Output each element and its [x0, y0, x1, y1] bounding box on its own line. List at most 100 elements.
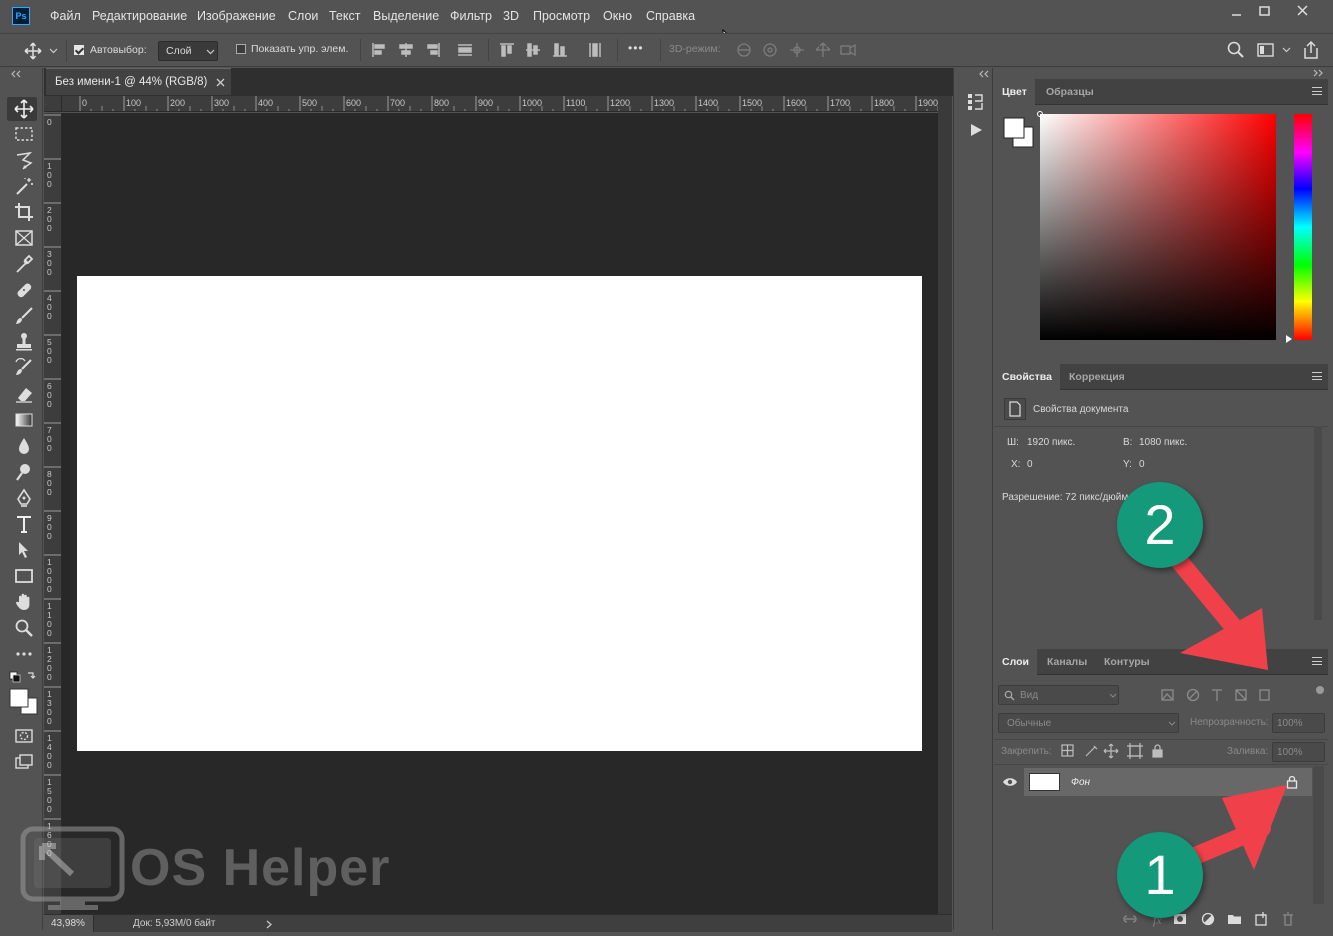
document-tab[interactable]: Без имени-1 @ 44% (RGB/8) [46, 68, 231, 95]
layer-filter-select[interactable]: Вид [998, 685, 1119, 705]
blend-mode-value: Обычные [1007, 718, 1052, 729]
color-field[interactable] [1040, 114, 1276, 340]
x-value[interactable]: 0 [1027, 459, 1033, 470]
frame-icon [15, 230, 33, 246]
quick-mask-icon [15, 729, 33, 743]
maximize-button[interactable] [1254, 4, 1276, 20]
chevron-right-icon[interactable] [266, 920, 272, 929]
properties-title-row: Свойства документа [994, 391, 1328, 427]
menu-window[interactable]: Окно [603, 9, 632, 23]
hue-slider[interactable] [1294, 114, 1312, 340]
menu-file[interactable]: Файл [50, 9, 81, 23]
tab-layers[interactable]: Слои [994, 649, 1037, 675]
panel-menu-icon[interactable] [1312, 87, 1322, 95]
pen-tool-button[interactable] [13, 487, 35, 509]
autoselect-target-select[interactable]: Слой [158, 41, 218, 61]
tab-properties[interactable]: Свойства [994, 364, 1060, 390]
pen-icon [17, 488, 31, 507]
lock-label: Закрепить: [1001, 746, 1052, 757]
zoom-tool-button[interactable] [13, 617, 35, 639]
hue-slider-handle-icon[interactable] [1285, 334, 1293, 344]
menu-3d[interactable]: 3D [503, 9, 519, 23]
menu-image[interactable]: Изображение [197, 9, 276, 23]
move-tool-icon[interactable] [24, 42, 42, 60]
path-selection-icon [19, 542, 28, 558]
collapse-toolbar-icon[interactable] [10, 70, 22, 78]
dodge-tool-button[interactable] [13, 461, 35, 483]
collapse-panels-icon[interactable] [1312, 69, 1324, 77]
ruler-label: 0 [47, 804, 52, 814]
eyedropper-tool-button[interactable] [13, 253, 35, 275]
y-value[interactable]: 0 [1139, 459, 1145, 470]
autoselect-checkbox[interactable] [74, 45, 84, 55]
expand-panels-icon[interactable] [978, 70, 990, 78]
color-picker-ring[interactable] [1037, 111, 1043, 117]
menu-layers[interactable]: Слои [288, 9, 318, 23]
vertical-scrollbar[interactable] [938, 96, 952, 914]
screen-mode-button[interactable] [13, 751, 35, 773]
width-value[interactable]: 1920 пикс. [1027, 437, 1075, 448]
tab-swatches[interactable]: Образцы [1038, 79, 1102, 105]
brush-tool-button[interactable] [13, 305, 35, 327]
menu-help[interactable]: Справка [646, 9, 695, 23]
zoom-field[interactable]: 43,98% [44, 915, 94, 932]
quick-mask-button[interactable] [13, 725, 35, 747]
ruler-label: 1500 [742, 98, 762, 108]
marquee-tool-button[interactable] [13, 123, 35, 145]
play-actions-icon[interactable] [968, 122, 984, 138]
tab-color[interactable]: Цвет [994, 79, 1035, 105]
rectangle-tool-button[interactable] [13, 565, 35, 587]
menu-select[interactable]: Выделение [373, 9, 439, 23]
fg-bg-color-swatch[interactable] [1002, 116, 1036, 150]
edit-toolbar-button[interactable] [13, 643, 35, 665]
height-value[interactable]: 1080 пикс. [1139, 437, 1187, 448]
panel-menu-icon[interactable] [1312, 372, 1322, 380]
menu-view[interactable]: Просмотр [533, 9, 590, 23]
history-panel-icon[interactable] [966, 92, 984, 112]
type-tool-button[interactable] [13, 513, 35, 535]
history-brush-tool-button[interactable] [13, 357, 35, 379]
bandage-icon [17, 283, 32, 298]
chevron-down-icon[interactable] [49, 48, 58, 54]
eraser-tool-button[interactable] [13, 383, 35, 405]
ruler-corner [44, 96, 62, 112]
lasso-tool-button[interactable] [13, 149, 35, 171]
menu-type[interactable]: Текст [329, 9, 360, 23]
lasso-icon [16, 151, 33, 170]
move-tool-icon [14, 99, 34, 119]
ruler-label: 0 [47, 716, 52, 726]
vertical-ruler[interactable]: 0100200300400500600700800900100011001200… [44, 113, 62, 914]
ruler-label: 0 [47, 399, 52, 409]
path-selection-tool-button[interactable] [13, 539, 35, 561]
zoom-icon [15, 619, 33, 637]
more-icon [16, 652, 32, 656]
close-button[interactable] [1292, 4, 1314, 20]
ruler-label: 0 [47, 628, 52, 638]
tab-channels[interactable]: Каналы [1039, 649, 1095, 675]
annotation-badge-1: 1 [1117, 832, 1203, 918]
healing-brush-tool-button[interactable] [13, 279, 35, 301]
eyedropper-icon [16, 254, 34, 273]
ruler-label: 0 [47, 672, 52, 682]
tab-adjustments[interactable]: Коррекция [1061, 364, 1133, 390]
hand-tool-button[interactable] [13, 591, 35, 613]
tab-paths[interactable]: Контуры [1096, 649, 1158, 675]
magic-wand-tool-button[interactable] [13, 175, 35, 197]
gradient-tool-button[interactable] [13, 409, 35, 431]
clone-stamp-tool-button[interactable] [13, 331, 35, 353]
move-tool-button[interactable] [13, 98, 35, 120]
eye-icon[interactable] [1002, 777, 1018, 787]
layer-name[interactable]: Фон [1071, 777, 1090, 788]
crop-tool-button[interactable] [13, 201, 35, 223]
menu-edit[interactable]: Редактирование [92, 9, 187, 23]
minimize-button[interactable] [1226, 4, 1248, 20]
drop-icon [19, 438, 29, 454]
color-swatches-icon[interactable] [8, 670, 38, 718]
blur-tool-button[interactable] [13, 435, 35, 457]
frame-tool-button[interactable] [13, 227, 35, 249]
close-tab-icon[interactable] [216, 78, 225, 87]
menu-filter[interactable]: Фильтр [450, 9, 492, 23]
horizontal-ruler[interactable]: 0 100 200 300 400 500 600 700 800 900 1000 1100 1200… [62, 96, 938, 112]
document-canvas[interactable] [77, 276, 922, 751]
gradient-icon [15, 413, 33, 427]
